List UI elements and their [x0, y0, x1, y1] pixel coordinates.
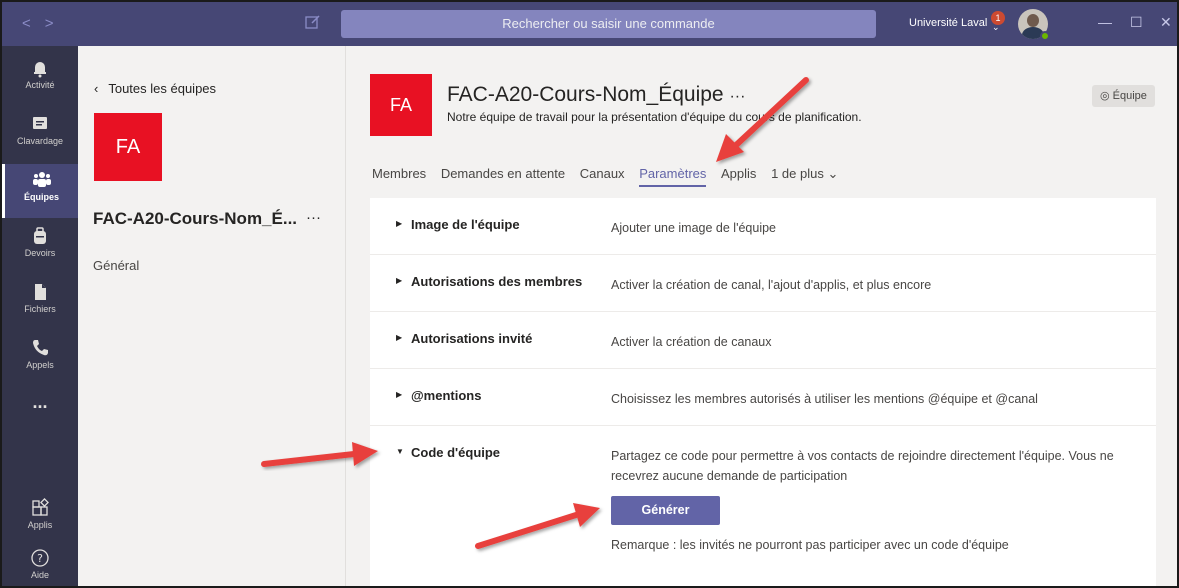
team-name: FAC-A20-Cours-Nom_É...	[93, 209, 298, 228]
rail-item-teams[interactable]: Équipes	[2, 164, 78, 218]
settings-row-team-code[interactable]: ▼ Code d'équipe Partagez ce code pour pe…	[370, 426, 1156, 586]
backpack-icon	[34, 227, 46, 244]
rail-label: Fichiers	[24, 304, 56, 314]
teams-icon	[32, 172, 51, 187]
setting-description: Activer la création de canal, l'ajout d'…	[611, 278, 932, 292]
settings-row-guest-permissions[interactable]: ▶ Autorisations invité Activer la créati…	[370, 312, 1156, 369]
chevron-left-icon: ‹	[94, 81, 99, 96]
settings-row-team-image[interactable]: ▶ Image de l'équipe Ajouter une image de…	[370, 198, 1156, 255]
badge-label: Équipe	[1112, 90, 1147, 102]
channel-general[interactable]: Général	[93, 258, 139, 273]
apps-icon	[32, 498, 49, 516]
tab-members[interactable]: Membres	[372, 166, 426, 185]
compose-icon[interactable]	[304, 13, 322, 31]
caret-right-icon: ▶	[396, 276, 403, 285]
rail-label: Devoirs	[24, 248, 56, 258]
rail-label: Applis	[27, 520, 53, 530]
settings-row-member-permissions[interactable]: ▶ Autorisations des membres Activer la c…	[370, 255, 1156, 312]
caret-right-icon: ▶	[396, 219, 403, 228]
rail-label: Activité	[25, 80, 55, 90]
caret-right-icon: ▶	[396, 390, 403, 399]
team-visibility-badge: ◎ Équipe	[1092, 85, 1155, 107]
team-description: Notre équipe de travail pour la présenta…	[447, 110, 862, 124]
team-tile: FA	[94, 113, 162, 181]
settings-row-mentions[interactable]: ▶ @mentions Choisissez les membres autor…	[370, 369, 1156, 426]
setting-description: Choisissez les membres autorisés à utili…	[611, 392, 1038, 406]
rail-item-apps[interactable]: Applis	[2, 492, 78, 546]
team-panel: ‹ Toutes les équipes FA FAC-A20-Cours-Nom…	[78, 46, 346, 586]
rail-label: Appels	[26, 360, 54, 370]
file-icon	[35, 284, 46, 300]
history-nav[interactable]: <>	[22, 15, 68, 32]
presence-status-icon	[1040, 31, 1050, 41]
setting-title: @mentions	[411, 388, 482, 403]
caret-right-icon: ▶	[396, 333, 403, 342]
tab-more-label: 1 de plus	[771, 166, 824, 181]
rail-item-activity[interactable]: Activité	[2, 52, 78, 106]
main-content: FA FAC-A20-Cours-Nom_Équipe ··· Notre éq…	[347, 46, 1177, 586]
team-tile: FA	[370, 74, 432, 136]
eye-icon: ◎	[1100, 90, 1113, 102]
tab-apps[interactable]: Applis	[721, 166, 756, 185]
rail-label: Équipes	[23, 192, 59, 202]
svg-text:?: ?	[37, 552, 43, 565]
more-icon: ...	[32, 392, 48, 412]
bell-icon	[34, 62, 46, 78]
phone-icon	[33, 340, 48, 356]
org-switcher[interactable]: Université Laval	[909, 17, 987, 29]
setting-description: Activer la création de canaux	[611, 335, 772, 349]
tab-channels[interactable]: Canaux	[580, 166, 625, 185]
tab-bar: Membres Demandes en attente Canaux Param…	[372, 166, 849, 187]
teams-window: <> Rechercher ou saisir une commande Uni…	[0, 0, 1179, 588]
tab-pending-requests[interactable]: Demandes en attente	[441, 166, 565, 185]
generate-button[interactable]: Générer	[611, 496, 720, 525]
rail-item-files[interactable]: Fichiers	[2, 276, 78, 330]
search-input[interactable]: Rechercher ou saisir une commande	[341, 10, 876, 38]
setting-title: Image de l'équipe	[411, 217, 520, 232]
help-icon: ?	[31, 549, 49, 567]
settings-card: ▶ Image de l'équipe Ajouter une image de…	[370, 198, 1156, 586]
page-title: FAC-A20-Cours-Nom_Équipe ···	[447, 83, 745, 107]
setting-description: Ajouter une image de l'équipe	[611, 221, 777, 235]
minimize-icon[interactable]: —	[1098, 14, 1112, 30]
chevron-down-icon: ⌄	[827, 166, 839, 181]
chevron-down-icon[interactable]: ⌄	[992, 22, 1000, 33]
rail-item-calls[interactable]: Appels	[2, 332, 78, 386]
back-to-all-teams[interactable]: ‹ Toutes les équipes	[94, 81, 216, 96]
rail-label: Clavardage	[16, 136, 64, 146]
setting-title: Autorisations invité	[411, 331, 533, 346]
rail-item-assignments[interactable]: Devoirs	[2, 220, 78, 274]
setting-title: Code d'équipe	[411, 445, 501, 460]
setting-description: Partagez ce code pour permettre à vos co…	[611, 449, 1114, 483]
rail-item-more[interactable]: ...	[2, 392, 78, 446]
rail-item-chat[interactable]: Clavardage	[2, 108, 78, 162]
maximize-icon[interactable]: ☐	[1130, 14, 1143, 31]
more-options-icon[interactable]: ···	[729, 88, 745, 105]
close-icon[interactable]: ✕	[1160, 14, 1172, 31]
more-options-icon[interactable]: ···	[306, 209, 321, 226]
caret-down-icon: ▼	[396, 447, 404, 456]
setting-title: Autorisations des membres	[411, 274, 583, 289]
chat-icon	[33, 117, 47, 129]
back-label: Toutes les équipes	[108, 81, 217, 96]
rail-item-help[interactable]: ? Aide	[2, 542, 78, 586]
rail-label: Aide	[30, 570, 49, 580]
app-rail: Activité Clavardage Équipes Devoirs Fich…	[2, 46, 78, 586]
tab-more[interactable]: 1 de plus ⌄	[771, 166, 838, 186]
title-bar: <> Rechercher ou saisir une commande Uni…	[2, 2, 1177, 46]
team-title: FAC-A20-Cours-Nom_Équipe	[447, 83, 724, 106]
team-code-note: Remarque : les invités ne pourront pas p…	[611, 538, 1009, 552]
tab-settings[interactable]: Paramètres	[639, 166, 707, 187]
